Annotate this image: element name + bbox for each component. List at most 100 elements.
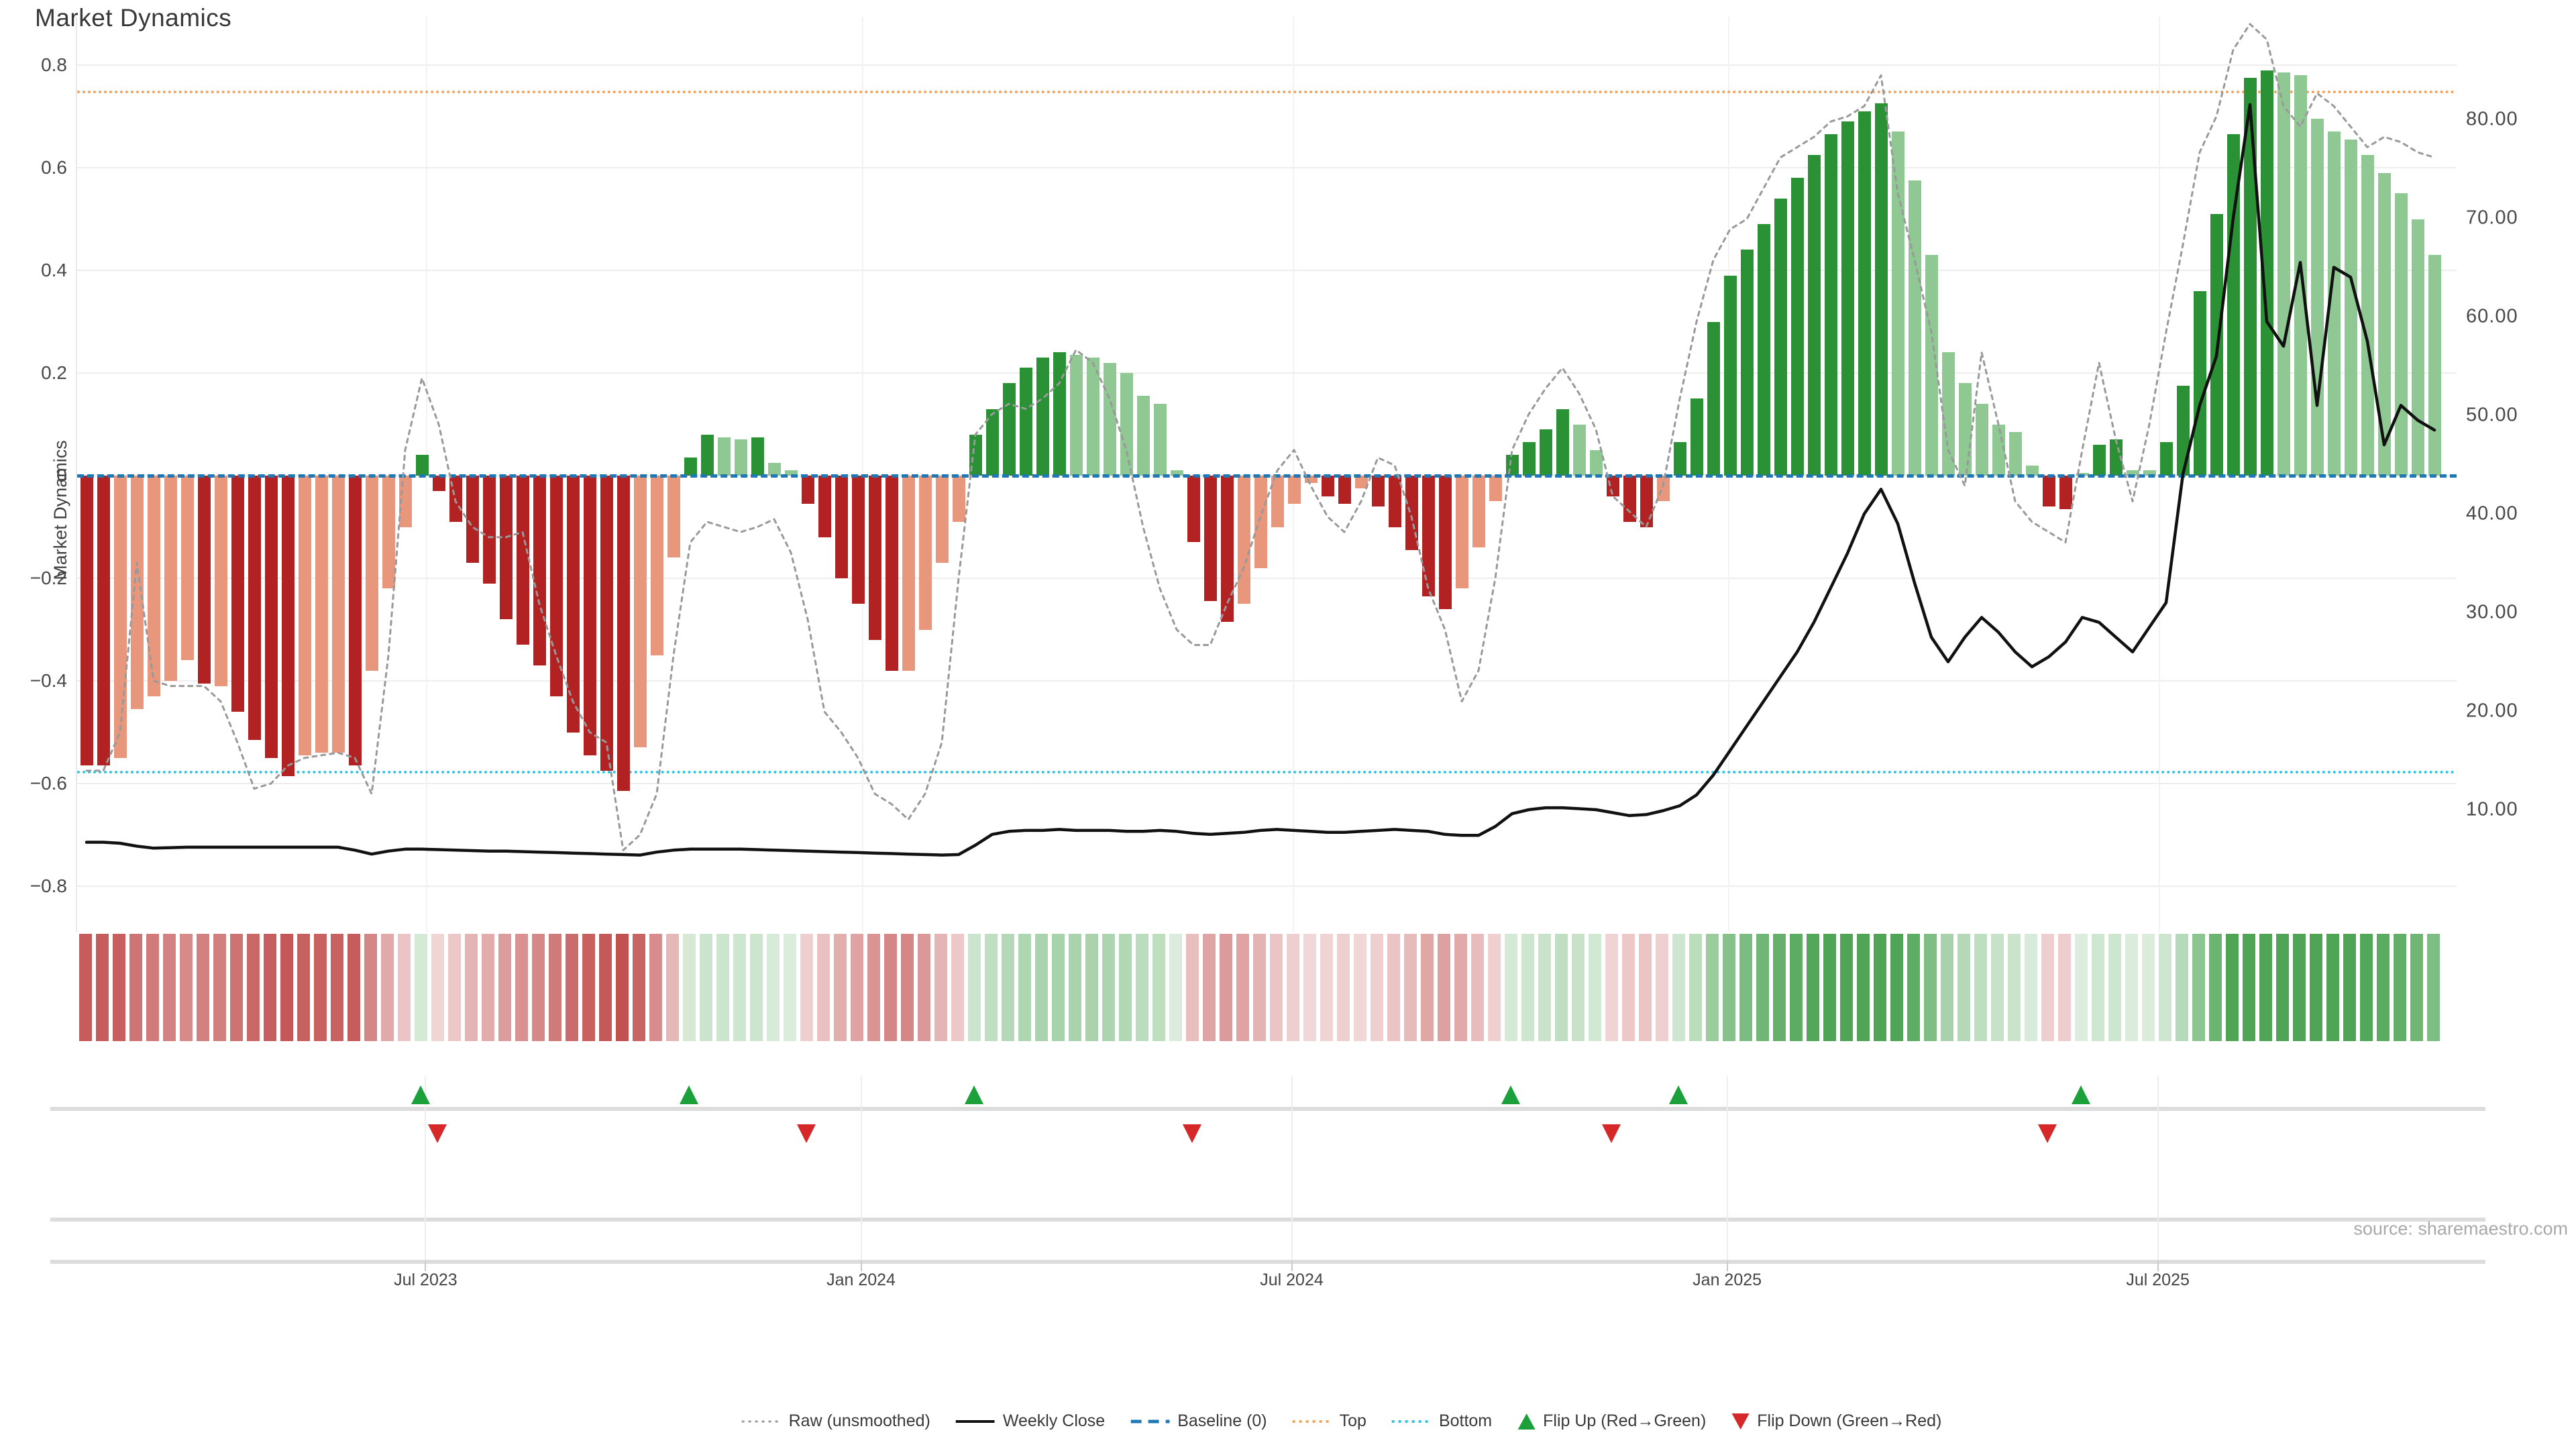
panel-v-gridline: [1291, 1076, 1293, 1260]
x-axis-tick: [425, 1261, 426, 1271]
heatmap-cell: [1521, 934, 1534, 1041]
x-axis-tick-label: Jan 2024: [826, 1271, 896, 1290]
heatmap-cell: [1052, 934, 1065, 1041]
right-axis-tick-label: 60.00: [2466, 306, 2518, 328]
legend-item-top: Top: [1293, 1411, 1366, 1431]
heatmap-cell: [1589, 934, 1601, 1041]
heatmap-cell: [1169, 934, 1182, 1041]
heatmap-cell: [918, 934, 930, 1041]
heatmap-cell: [599, 934, 612, 1041]
flip-down-marker: [797, 1124, 816, 1143]
heatmap-cell: [2243, 934, 2255, 1041]
heatmap-cell: [2008, 934, 2021, 1041]
heatmap-cell: [2394, 934, 2406, 1041]
heatmap-cell: [2259, 934, 2272, 1041]
heatmap-cell: [381, 934, 394, 1041]
heatmap-cell: [1605, 934, 1618, 1041]
heatmap-cell: [1622, 934, 1635, 1041]
heatmap-cell: [1505, 934, 1517, 1041]
x-axis-tick: [861, 1261, 862, 1271]
heatmap-cell: [1337, 934, 1350, 1041]
heatmap-cell: [515, 934, 528, 1041]
heatmap-cell: [1303, 934, 1316, 1041]
heatmap-cell: [297, 934, 310, 1041]
x-axis-tick: [2157, 1261, 2159, 1271]
heatmap-cell: [817, 934, 830, 1041]
heatmap-cell: [431, 934, 444, 1041]
heatmap-cell: [1874, 934, 1886, 1041]
legend-label: Baseline (0): [1177, 1411, 1267, 1431]
raw-unsmoothed-line: [87, 24, 2434, 851]
flip-down-marker: [428, 1124, 447, 1143]
heatmap-cell: [2410, 934, 2423, 1041]
heatmap-cell: [1002, 934, 1014, 1041]
heatmap-cell: [2108, 934, 2121, 1041]
heatmap-cell: [616, 934, 629, 1041]
heatmap-cell: [2310, 934, 2322, 1041]
heatmap-cell: [1253, 934, 1266, 1041]
heatmap-cell: [1438, 934, 1450, 1041]
left-axis-tick-label: −0.6: [0, 773, 67, 794]
left-axis-title: Market Dynamics: [50, 440, 71, 580]
right-axis-tick-label: 30.00: [2466, 602, 2518, 624]
left-axis-tick-label: −0.8: [0, 875, 67, 897]
panel-separator: [50, 1218, 2485, 1222]
heatmap-cell: [633, 934, 645, 1041]
left-axis-tick-label: −0.4: [0, 670, 67, 692]
heatmap-cell: [2209, 934, 2222, 1041]
heatmap-cell: [1018, 934, 1031, 1041]
heatmap-cell: [1974, 934, 1987, 1041]
heatmap-cell: [1555, 934, 1568, 1041]
heatmap-cell: [1287, 934, 1299, 1041]
heatmap-cell: [180, 934, 193, 1041]
heatmap-cell: [2293, 934, 2306, 1041]
heatmap-cell: [851, 934, 863, 1041]
flip-up-marker: [1501, 1085, 1520, 1104]
heatmap-cell: [331, 934, 343, 1041]
heatmap-cell: [1404, 934, 1417, 1041]
heatmap-cell: [2360, 934, 2373, 1041]
heatmap-cell: [1739, 934, 1752, 1041]
legend-label: Bottom: [1439, 1411, 1492, 1431]
heatmap-cell: [2075, 934, 2088, 1041]
legend-item-flip_down: Flip Down (Green→Red): [1731, 1411, 1941, 1431]
heatmap-cell: [1890, 934, 1903, 1041]
heatmap-cell: [666, 934, 679, 1041]
flip-down-marker: [2038, 1124, 2057, 1143]
x-axis-tick-label: Jul 2023: [394, 1271, 458, 1290]
heatmap-cell: [2427, 934, 2440, 1041]
heatmap-cell: [1186, 934, 1199, 1041]
heatmap-cell: [1807, 934, 1819, 1041]
heatmap-cell: [532, 934, 545, 1041]
source-credit: source: sharemaestro.com: [2353, 1219, 2568, 1240]
heatmap-cell: [1773, 934, 1786, 1041]
legend-item-bottom: Bottom: [1392, 1411, 1492, 1431]
x-axis-tick-label: Jul 2025: [2126, 1271, 2190, 1290]
line-layer: [77, 17, 2457, 932]
heatmap-cell: [1371, 934, 1383, 1041]
heatmap-cell: [1756, 934, 1769, 1041]
heatmap-cell: [1689, 934, 1702, 1041]
heatmap-cell: [1102, 934, 1115, 1041]
legend-label: Flip Down (Green→Red): [1757, 1411, 1941, 1431]
heatmap-cell: [213, 934, 226, 1041]
heatmap-cell: [1203, 934, 1216, 1041]
heatmap-cell: [1840, 934, 1853, 1041]
left-axis-tick-label: 0: [0, 465, 67, 486]
heatmap-cell: [364, 934, 377, 1041]
heatmap-cell: [700, 934, 712, 1041]
x-axis-tick: [1291, 1261, 1293, 1271]
heatmap-cell: [1857, 934, 1870, 1041]
right-axis-tick-label: 20.00: [2466, 700, 2518, 722]
heatmap-cell: [1270, 934, 1283, 1041]
panel-separator: [50, 1107, 2485, 1111]
heatmap-cell: [2142, 934, 2155, 1041]
heatmap-cell: [2226, 934, 2239, 1041]
baseline-line-icon: [1130, 1418, 1169, 1425]
flip-up-marker: [2072, 1085, 2090, 1104]
heatmap-cell: [1823, 934, 1836, 1041]
legend-label: Top: [1340, 1411, 1366, 1431]
heatmap-cell: [113, 934, 125, 1041]
flip-up-marker: [680, 1085, 698, 1104]
heatmap-cell: [197, 934, 209, 1041]
